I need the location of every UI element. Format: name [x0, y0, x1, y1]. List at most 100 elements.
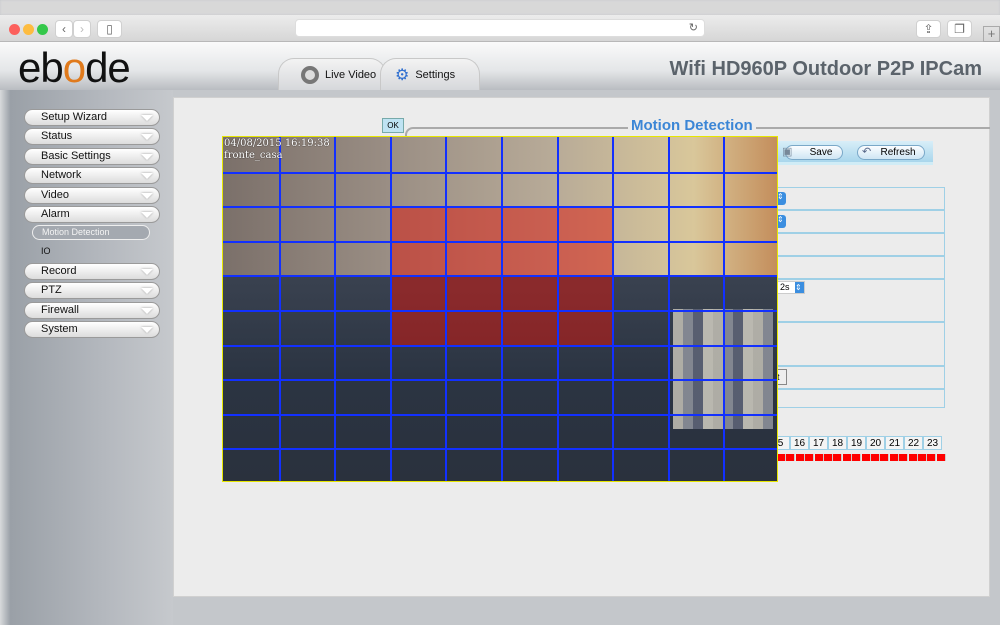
- schedule-slot[interactable]: [777, 454, 786, 461]
- schedule-slot[interactable]: [824, 454, 833, 461]
- sidebar-item-record[interactable]: Record: [24, 263, 160, 280]
- hour-header: 19: [847, 436, 866, 450]
- os-menu-bar: [0, 0, 1000, 15]
- close-window-button[interactable]: [9, 24, 20, 35]
- tab-label: Settings: [415, 68, 456, 81]
- hour-header: 23: [923, 436, 942, 450]
- address-bar[interactable]: ↻: [295, 19, 705, 37]
- save-button[interactable]: ▣ Save: [782, 145, 843, 160]
- chevron-down-icon: [141, 288, 153, 294]
- grid-line-horizontal: [223, 275, 777, 278]
- grid-line-horizontal: [223, 206, 777, 209]
- browser-toolbar: ‹ › ▯ ↻ ⇪ ❐ +: [0, 15, 1000, 42]
- schedule-slot[interactable]: [880, 454, 890, 461]
- chevron-down-icon: [141, 154, 153, 160]
- camera-video-feed[interactable]: 04/08/2015 16:19:38 fronte_casa: [222, 136, 778, 482]
- motion-area-cell[interactable]: [445, 240, 501, 276]
- motion-area-cell[interactable]: [501, 310, 557, 345]
- partial-button[interactable]: t: [777, 369, 787, 385]
- tabs-overview-icon[interactable]: ❐: [947, 20, 972, 38]
- grid-line-horizontal: [223, 448, 777, 451]
- settings-row: t: [777, 366, 945, 389]
- schedule-slot[interactable]: [908, 454, 918, 461]
- label: Setup Wizard: [41, 111, 108, 123]
- motion-area-cell[interactable]: [445, 206, 501, 241]
- share-icon[interactable]: ⇪: [916, 20, 941, 38]
- sidebar-subitem-io[interactable]: IO: [32, 245, 150, 260]
- hour-header: 16: [790, 436, 809, 450]
- sidebar-item-firewall[interactable]: Firewall: [24, 302, 160, 319]
- motion-area-cell[interactable]: [501, 206, 557, 241]
- grid-line-horizontal: [223, 413, 777, 416]
- sidebar-item-setup-wizard[interactable]: Setup Wizard: [24, 109, 160, 126]
- select-arrows-icon[interactable]: ⇕: [777, 215, 786, 228]
- select-arrows-icon[interactable]: ⇕: [777, 192, 786, 205]
- reload-icon[interactable]: ↻: [689, 21, 698, 34]
- chevron-down-icon: [141, 269, 153, 275]
- schedule-slot[interactable]: [842, 454, 852, 461]
- back-icon[interactable]: ‹: [55, 20, 73, 38]
- schedule-slot[interactable]: [805, 454, 815, 461]
- video-osd: 04/08/2015 16:19:38 fronte_casa: [224, 138, 330, 162]
- motion-area-cell[interactable]: [501, 240, 557, 276]
- schedule-slot[interactable]: [833, 454, 843, 461]
- schedule-slot[interactable]: [936, 454, 946, 461]
- new-tab-icon[interactable]: +: [983, 26, 1000, 42]
- settings-row: [777, 233, 945, 256]
- motion-area-cell[interactable]: [445, 310, 501, 345]
- schedule-slot[interactable]: [899, 454, 909, 461]
- forward-icon[interactable]: ›: [73, 20, 91, 38]
- schedule-hours: 5 16 17 18 19 20 21 22 23: [771, 436, 946, 462]
- label: Status: [41, 130, 73, 142]
- schedule-slot[interactable]: [927, 454, 937, 461]
- refresh-button[interactable]: ↶ Refresh: [857, 145, 925, 160]
- label: Firewall: [41, 304, 79, 316]
- undo-arrow-icon: ↶: [862, 146, 872, 158]
- motion-area-cell[interactable]: [556, 275, 613, 310]
- sidebar-toggle-icon[interactable]: ▯: [97, 20, 122, 38]
- grid-line-horizontal: [223, 171, 777, 174]
- settings-row: ⇕: [777, 187, 945, 210]
- tab-live-video[interactable]: Live Video: [278, 58, 386, 90]
- sidebar-subitem-motion-detection[interactable]: Motion Detection: [32, 225, 150, 240]
- sidebar-item-system[interactable]: System: [24, 321, 160, 338]
- minimize-window-button[interactable]: [23, 24, 34, 35]
- interval-select[interactable]: 2s ⇕: [777, 281, 805, 294]
- sidebar-item-alarm[interactable]: Alarm: [24, 206, 160, 223]
- motion-area-cell[interactable]: [389, 310, 446, 345]
- motion-area-cell[interactable]: [501, 275, 557, 310]
- label: System: [41, 323, 78, 335]
- ok-button[interactable]: OK: [382, 118, 404, 133]
- schedule-slot[interactable]: [889, 454, 899, 461]
- action-bar: ▣ Save ↶ Refresh: [777, 141, 933, 165]
- motion-area-cell[interactable]: [556, 206, 613, 241]
- hour-header: 17: [809, 436, 828, 450]
- motion-area-cell[interactable]: [389, 275, 446, 310]
- schedule-slot[interactable]: [852, 454, 862, 461]
- schedule-slot[interactable]: [814, 454, 824, 461]
- schedule-slot[interactable]: [871, 454, 880, 461]
- tab-settings[interactable]: ⚙ Settings: [380, 58, 480, 90]
- schedule-slot[interactable]: [918, 454, 927, 461]
- motion-area-cell[interactable]: [389, 240, 446, 276]
- label: Video: [41, 189, 69, 201]
- sidebar-item-network[interactable]: Network: [24, 167, 160, 184]
- hour-header: 18: [828, 436, 847, 450]
- motion-area-cell[interactable]: [556, 240, 613, 276]
- label: Basic Settings: [41, 150, 111, 162]
- schedule-slot[interactable]: [861, 454, 871, 461]
- sidebar-item-status[interactable]: Status: [24, 128, 160, 145]
- motion-area-cell[interactable]: [556, 310, 613, 345]
- sidebar-item-ptz[interactable]: PTZ: [24, 282, 160, 299]
- sidebar-item-video[interactable]: Video: [24, 187, 160, 204]
- sidebar-item-basic-settings[interactable]: Basic Settings: [24, 148, 160, 165]
- settings-row: 2s ⇕: [777, 279, 945, 322]
- hour-header: 20: [866, 436, 885, 450]
- motion-area-cell[interactable]: [389, 206, 446, 241]
- schedule-slot[interactable]: [795, 454, 805, 461]
- settings-row: ⇕: [777, 210, 945, 233]
- chevron-down-icon: [141, 115, 153, 121]
- schedule-slot[interactable]: [786, 454, 796, 461]
- motion-area-cell[interactable]: [445, 275, 501, 310]
- zoom-window-button[interactable]: [37, 24, 48, 35]
